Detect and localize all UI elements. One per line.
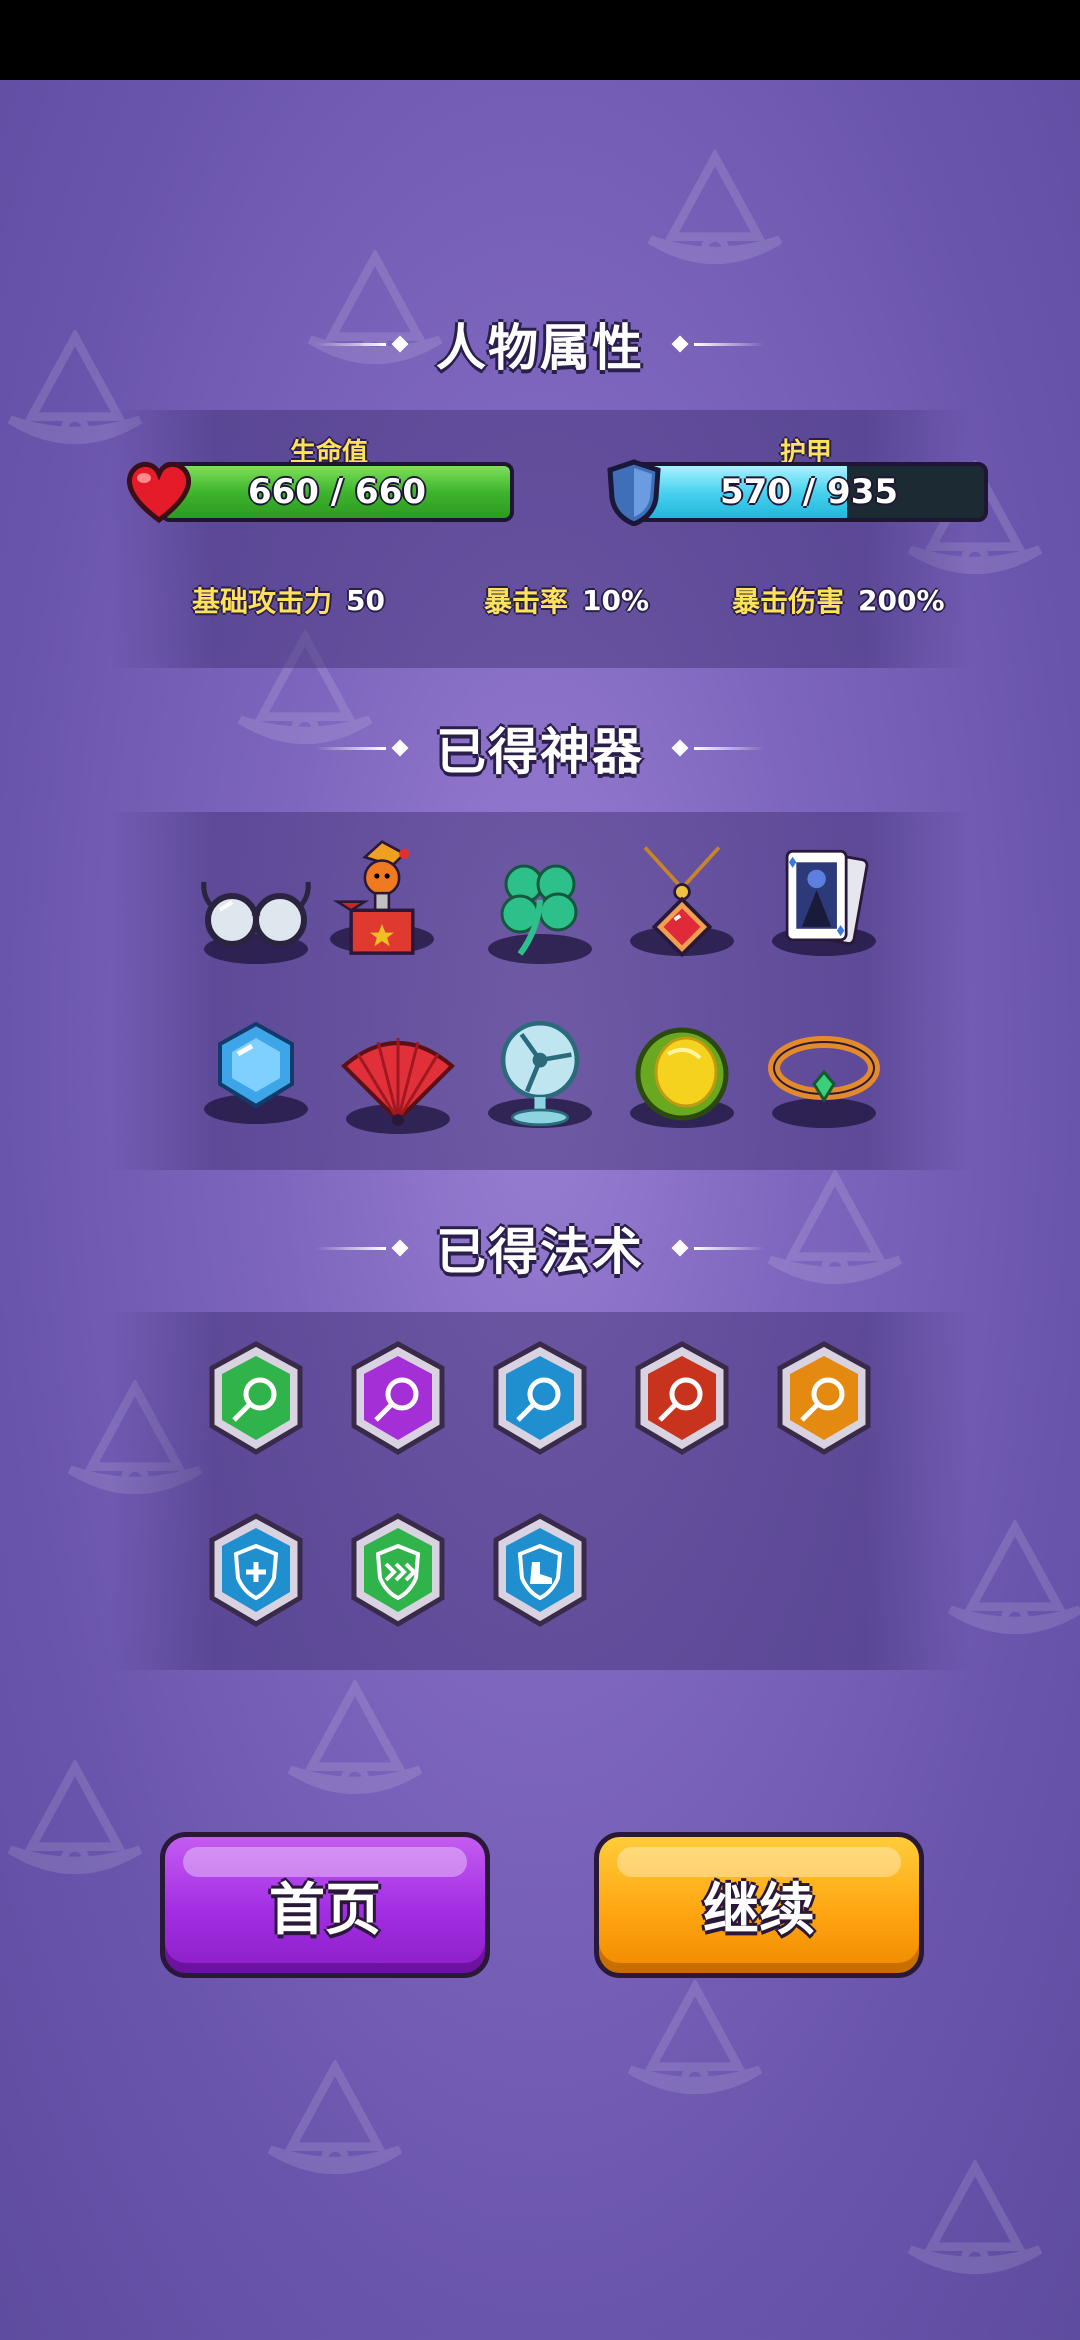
artifact-desk-fan[interactable] (480, 1004, 600, 1134)
armor-bar: 570 / 935 (630, 462, 988, 522)
artifact-gem[interactable] (196, 1000, 316, 1130)
spell-green-orb[interactable] (206, 1340, 306, 1460)
attributes-title: 人物属性 (436, 319, 644, 377)
armor-value: 570 / 935 (719, 472, 899, 512)
spell-speed-shield[interactable] (348, 1512, 448, 1632)
glasses-icon (201, 881, 311, 947)
stat-crit-damage: 暴击伤害 200% (732, 580, 945, 620)
orange-orb-spell-icon (777, 1341, 871, 1455)
spells-title: 已得法术 (436, 1223, 644, 1281)
stat-crit-rate-value: 10% (582, 583, 650, 617)
stat-base-attack-value: 50 (346, 583, 385, 617)
red-fan-icon (341, 1038, 455, 1126)
heal-shield-spell-icon (209, 1513, 303, 1627)
heart-icon (124, 458, 194, 524)
wizard-hat-pattern-icon (0, 1758, 150, 1890)
stat-crit-rate-label: 暴击率 (484, 585, 569, 618)
title-ornament-left (316, 739, 414, 757)
wizard-hat-pattern-icon (280, 1678, 430, 1810)
hp-value: 660 / 660 (247, 472, 427, 512)
artifact-clover[interactable] (480, 840, 600, 970)
spell-blue-orb[interactable] (490, 1340, 590, 1460)
boot-shield-spell-icon (493, 1513, 587, 1627)
ruby-pendant-icon (643, 846, 721, 958)
emerald-bracelet-icon (768, 1036, 880, 1103)
artifact-pendant[interactable] (622, 832, 742, 962)
artifact-bracelet[interactable] (764, 1004, 884, 1134)
shield-icon (606, 458, 662, 527)
stat-base-attack: 基础攻击力 50 (192, 580, 385, 620)
spell-heal-shield[interactable] (206, 1512, 306, 1632)
wizard-hat-pattern-icon (640, 148, 790, 280)
home-button[interactable]: 首页 (160, 1832, 490, 1978)
attributes-section-title: 人物属性 (0, 304, 1080, 384)
stat-base-attack-label: 基础攻击力 (192, 585, 333, 618)
title-ornament-left (316, 1239, 414, 1257)
status-bar (0, 0, 1080, 80)
spell-orange-orb[interactable] (774, 1340, 874, 1460)
artifact-folding-fan[interactable] (338, 1010, 458, 1140)
stat-crit-damage-label: 暴击伤害 (732, 585, 845, 618)
jack-in-the-box-icon (332, 840, 415, 955)
artifacts-title: 已得神器 (436, 723, 644, 781)
stat-crit-damage-value: 200% (858, 583, 945, 617)
artifacts-section-title: 已得神器 (0, 708, 1080, 788)
continue-button[interactable]: 继续 (594, 1832, 924, 1978)
blue-orb-spell-icon (493, 1341, 587, 1455)
artifact-durian[interactable] (622, 1004, 742, 1134)
hp-bar: 660 / 660 (160, 462, 514, 522)
desk-fan-icon (500, 1020, 580, 1127)
title-ornament-right (666, 1239, 764, 1257)
spell-purple-orb[interactable] (348, 1340, 448, 1460)
wizard-hat-pattern-icon (900, 2158, 1050, 2290)
attributes-panel (110, 410, 970, 668)
purple-orb-spell-icon (351, 1341, 445, 1455)
home-button-label: 首页 (269, 1877, 381, 1943)
stat-crit-rate: 暴击率 10% (484, 580, 649, 620)
red-orb-spell-icon (635, 1341, 729, 1455)
queen-playing-card-icon (785, 849, 869, 945)
speed-shield-spell-icon (351, 1513, 445, 1627)
green-orb-spell-icon (209, 1341, 303, 1455)
wizard-hat-pattern-icon (260, 2058, 410, 2190)
title-ornament-right (666, 335, 764, 353)
wizard-hat-pattern-icon (620, 1978, 770, 2110)
artifact-card[interactable] (764, 832, 884, 962)
title-ornament-right (666, 739, 764, 757)
title-ornament-left (316, 335, 414, 353)
blue-gem-icon (218, 1021, 294, 1109)
durian-icon (635, 1027, 729, 1121)
artifact-glasses[interactable] (196, 840, 316, 970)
artifact-jack-in-the-box[interactable] (322, 830, 442, 960)
continue-button-label: 继续 (703, 1877, 815, 1943)
four-leaf-clover-icon (500, 864, 578, 956)
spell-red-orb[interactable] (632, 1340, 732, 1460)
spell-boot-shield[interactable] (490, 1512, 590, 1632)
spells-section-title: 已得法术 (0, 1208, 1080, 1288)
